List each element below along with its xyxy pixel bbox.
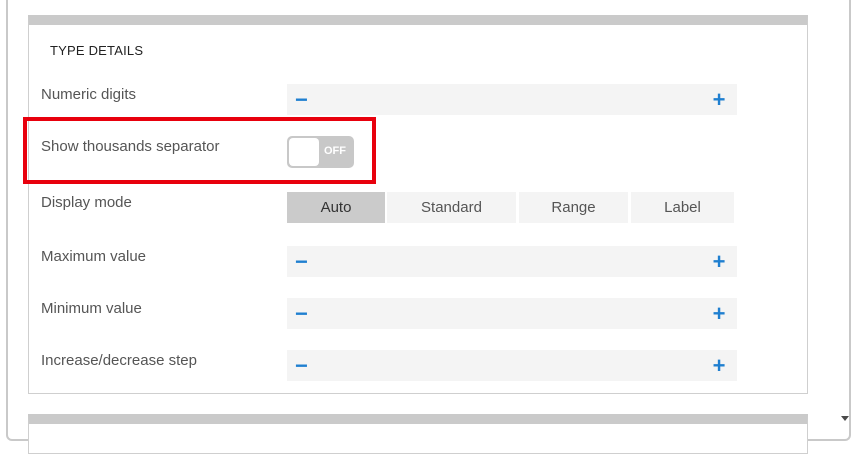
step-increase-button[interactable]: + <box>709 352 729 379</box>
section-title: TYPE DETAILS <box>50 43 144 58</box>
step-label: Increase/decrease step <box>41 352 197 369</box>
numeric-digits-stepper: − + <box>287 84 737 115</box>
step-decrease-button[interactable]: − <box>295 352 315 379</box>
display-mode-range[interactable]: Range <box>519 192 628 223</box>
minimum-value-decrease-button[interactable]: − <box>295 300 315 327</box>
minimum-value-label: Minimum value <box>41 300 142 317</box>
scroll-down-arrow-icon[interactable] <box>841 416 849 421</box>
maximum-value-increase-button[interactable]: + <box>709 248 729 275</box>
numeric-digits-decrease-button[interactable]: − <box>295 86 315 113</box>
display-mode-label-option[interactable]: Label <box>631 192 734 223</box>
minimum-value-increase-button[interactable]: + <box>709 300 729 327</box>
step-stepper: − + <box>287 350 737 381</box>
numeric-digits-label: Numeric digits <box>41 86 137 103</box>
maximum-value-stepper: − + <box>287 246 737 277</box>
vertical-scrollbar[interactable] <box>837 0 849 435</box>
minimum-value-stepper: − + <box>287 298 737 329</box>
numeric-digits-increase-button[interactable]: + <box>709 86 729 113</box>
next-panel <box>28 414 808 454</box>
display-mode-label: Display mode <box>41 194 132 211</box>
maximum-value-decrease-button[interactable]: − <box>295 248 315 275</box>
highlight-box <box>23 117 376 184</box>
display-mode-standard[interactable]: Standard <box>387 192 516 223</box>
display-mode-auto[interactable]: Auto <box>287 192 385 223</box>
maximum-value-label: Maximum value <box>41 248 147 265</box>
